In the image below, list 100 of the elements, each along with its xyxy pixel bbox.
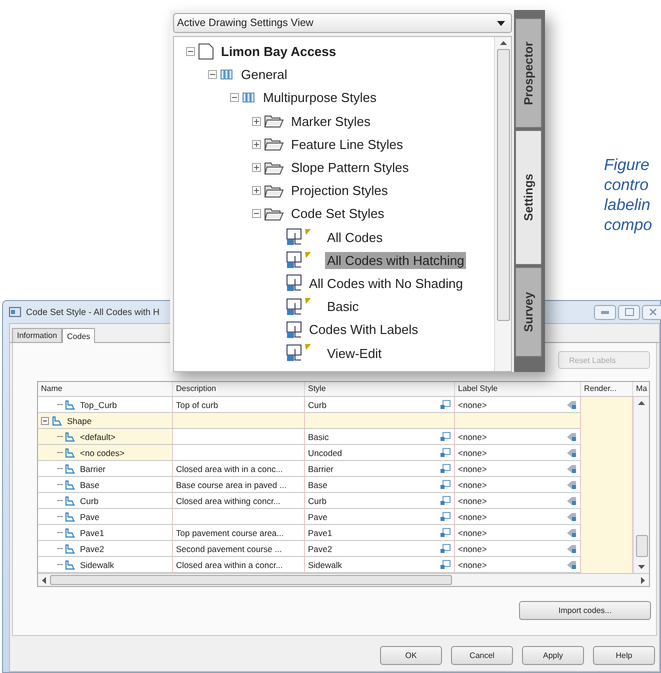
dialog-button[interactable]: Help — [593, 646, 655, 665]
label-style-cell[interactable]: <none> — [455, 509, 581, 525]
vertical-scrollbar[interactable] — [633, 397, 649, 573]
style-picker-icon[interactable] — [440, 496, 451, 506]
column-header[interactable]: Label Style — [455, 382, 581, 396]
label-style-cell[interactable]: <none> — [455, 445, 581, 461]
style-picker-icon[interactable] — [440, 560, 451, 570]
side-tab[interactable]: Survey — [515, 267, 542, 357]
collapse-icon[interactable] — [186, 47, 195, 56]
tree-item[interactable]: Feature Line Styles — [289, 136, 406, 153]
collapse-icon[interactable] — [230, 93, 239, 102]
label-style-cell[interactable]: <none> — [455, 461, 581, 477]
tree-item[interactable]: Marker Styles — [289, 112, 372, 130]
scroll-up-icon[interactable] — [500, 41, 507, 45]
style-picker-icon[interactable] — [440, 464, 451, 474]
style-picker-icon[interactable] — [440, 448, 451, 458]
label-style-picker-icon[interactable] — [566, 496, 577, 506]
minimize-button[interactable] — [594, 304, 616, 320]
dialog-button[interactable]: OK — [380, 646, 442, 665]
collapse-icon[interactable] — [208, 70, 217, 80]
label-style-picker-icon[interactable] — [566, 480, 577, 490]
tree-item[interactable]: All Codes with Hatching — [325, 252, 466, 269]
label-style-picker-icon[interactable] — [566, 560, 577, 570]
scroll-thumb[interactable] — [636, 535, 648, 557]
expand-icon[interactable] — [252, 140, 261, 149]
side-tab[interactable]: Prospector — [515, 18, 542, 128]
style-picker-icon[interactable] — [440, 480, 451, 490]
tab[interactable]: Information — [12, 328, 62, 342]
dialog-button[interactable]: Cancel — [451, 646, 513, 665]
label-style-picker-icon[interactable] — [566, 512, 577, 522]
label-style-picker-icon[interactable] — [566, 544, 577, 554]
style-cell[interactable]: Uncoded — [305, 445, 455, 461]
column-header[interactable]: Ma — [633, 382, 649, 396]
column-header[interactable]: Style — [305, 382, 455, 396]
flag-icon — [305, 298, 311, 304]
column-header[interactable]: Render... — [581, 382, 633, 396]
label-style-cell[interactable]: <none> — [455, 525, 581, 541]
label-style-cell[interactable]: <none> — [455, 477, 581, 493]
close-button[interactable] — [642, 304, 661, 320]
scroll-down-icon[interactable] — [638, 565, 645, 569]
dialog-button[interactable]: Apply — [522, 646, 584, 665]
scroll-up-icon[interactable] — [638, 401, 645, 405]
tree-item[interactable]: All Codes — [325, 228, 385, 246]
tree-item[interactable]: General — [239, 66, 290, 84]
scroll-thumb[interactable] — [50, 575, 452, 585]
view-dropdown[interactable]: Active Drawing Settings View — [173, 13, 512, 33]
style-cell[interactable]: Basic — [305, 429, 455, 445]
style-picker-icon[interactable] — [440, 400, 451, 410]
style-cell[interactable]: Curb — [305, 493, 455, 509]
tab[interactable]: Codes — [62, 328, 96, 343]
label-style-picker-icon[interactable] — [566, 448, 577, 458]
label-style-picker-icon[interactable] — [566, 400, 577, 410]
import-codes-button[interactable]: Import codes... — [519, 601, 651, 620]
expand-icon[interactable] — [252, 116, 261, 126]
style-picker-icon[interactable] — [440, 432, 451, 442]
collapse-icon[interactable] — [252, 209, 261, 218]
tree-item[interactable]: View-Edit — [325, 344, 384, 362]
code-name: Sidewalk — [80, 560, 114, 570]
tree-item[interactable]: Multipurpose Styles — [261, 89, 378, 106]
side-tab[interactable]: Settings — [515, 130, 542, 265]
scroll-right-icon[interactable] — [641, 576, 645, 584]
tree-item[interactable]: All Codes with No Shading — [307, 274, 465, 292]
style-picker-icon[interactable] — [440, 512, 451, 522]
style-cell[interactable]: Pave — [305, 509, 455, 525]
document-icon — [198, 43, 214, 60]
horizontal-scrollbar[interactable] — [38, 573, 649, 586]
tree-scrollbar[interactable] — [494, 37, 512, 371]
tree-item[interactable]: Code Set Styles — [289, 205, 386, 222]
flag-icon — [305, 228, 311, 234]
label-style-picker-icon[interactable] — [566, 528, 577, 538]
style-cell[interactable]: Pave1 — [305, 525, 455, 541]
code-set-icon — [286, 274, 302, 292]
tree-item[interactable]: Limon Bay Access — [219, 43, 338, 60]
scroll-thumb[interactable] — [496, 49, 510, 321]
tree-item[interactable]: Codes With Labels — [307, 321, 420, 338]
label-style-cell[interactable]: <none> — [455, 541, 581, 557]
tree-item[interactable]: Projection Styles — [289, 182, 390, 200]
style-cell[interactable]: Barrier — [305, 461, 455, 477]
style-picker-icon[interactable] — [440, 528, 451, 538]
label-style-text: <none> — [458, 544, 487, 554]
label-style-picker-icon[interactable] — [566, 464, 577, 474]
style-cell[interactable]: Base — [305, 477, 455, 493]
expand-icon[interactable] — [252, 186, 261, 196]
style-text: Uncoded — [308, 448, 342, 458]
style-cell[interactable]: Pave2 — [305, 541, 455, 557]
label-style-picker-icon[interactable] — [566, 432, 577, 442]
style-text: Basic — [308, 432, 329, 442]
scroll-left-icon[interactable] — [42, 576, 46, 584]
expand-icon[interactable] — [252, 163, 261, 172]
maximize-icon — [624, 308, 634, 316]
code-set-icon — [286, 298, 302, 316]
column-header[interactable]: Name — [38, 382, 173, 396]
tree-item[interactable]: Slope Pattern Styles — [289, 159, 411, 176]
column-header[interactable]: Description — [173, 382, 305, 396]
collapse-icon[interactable] — [41, 416, 49, 424]
tree-item[interactable]: Basic — [325, 298, 361, 316]
maximize-button[interactable] — [618, 304, 640, 320]
label-style-cell[interactable]: <none> — [455, 493, 581, 509]
label-style-cell[interactable]: <none> — [455, 429, 581, 445]
style-picker-icon[interactable] — [440, 544, 451, 554]
